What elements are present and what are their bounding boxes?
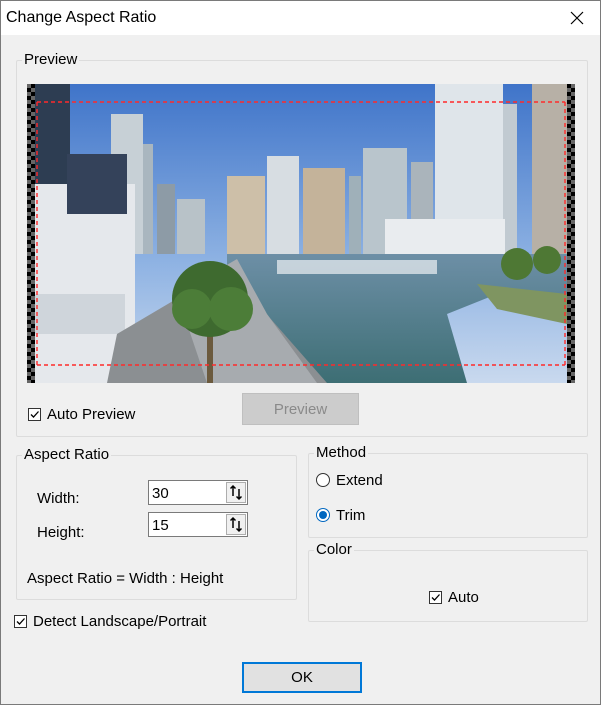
detect-landscape-label: Detect Landscape/Portrait: [33, 613, 207, 630]
color-group: [308, 550, 588, 622]
preview-image: [27, 84, 575, 383]
close-button[interactable]: [554, 1, 600, 35]
title-bar: Change Aspect Ratio: [1, 1, 600, 35]
height-value: 15: [152, 517, 169, 534]
color-auto-label: Auto: [448, 589, 479, 606]
method-group: [308, 453, 588, 538]
color-auto-checkbox[interactable]: [429, 591, 442, 604]
trim-radio[interactable]: [316, 508, 330, 522]
auto-preview-checkbox[interactable]: [28, 408, 41, 421]
spin-arrows-icon: [229, 516, 243, 533]
preview-group-label: Preview: [22, 51, 80, 68]
color-group-label: Color: [314, 541, 354, 558]
trim-label: Trim: [336, 507, 366, 524]
auto-preview-label: Auto Preview: [47, 406, 136, 423]
width-spin-button[interactable]: [226, 482, 246, 503]
change-aspect-ratio-dialog: Change Aspect Ratio Preview Auto Preview…: [0, 0, 601, 705]
checkmark-icon: [16, 618, 25, 625]
ok-button[interactable]: OK: [242, 662, 362, 693]
detect-landscape-checkbox[interactable]: [14, 615, 27, 628]
window-title: Change Aspect Ratio: [6, 9, 157, 26]
checkmark-icon: [431, 594, 440, 601]
method-group-label: Method: [314, 444, 369, 461]
aspect-ratio-group-label: Aspect Ratio: [22, 446, 112, 463]
height-spin-button[interactable]: [226, 514, 246, 535]
width-label: Width:: [37, 490, 80, 507]
height-label: Height:: [37, 524, 85, 541]
close-icon: [570, 11, 584, 25]
width-stepper[interactable]: 30: [148, 480, 248, 505]
preview-photo: [27, 84, 575, 383]
width-value: 30: [152, 485, 169, 502]
extend-label: Extend: [336, 472, 383, 489]
height-stepper[interactable]: 15: [148, 512, 248, 537]
aspect-ratio-formula: Aspect Ratio = Width : Height: [27, 570, 224, 587]
checkmark-icon: [30, 411, 39, 418]
preview-button[interactable]: Preview: [242, 393, 359, 425]
spin-arrows-icon: [229, 484, 243, 501]
extend-radio[interactable]: [316, 473, 330, 487]
